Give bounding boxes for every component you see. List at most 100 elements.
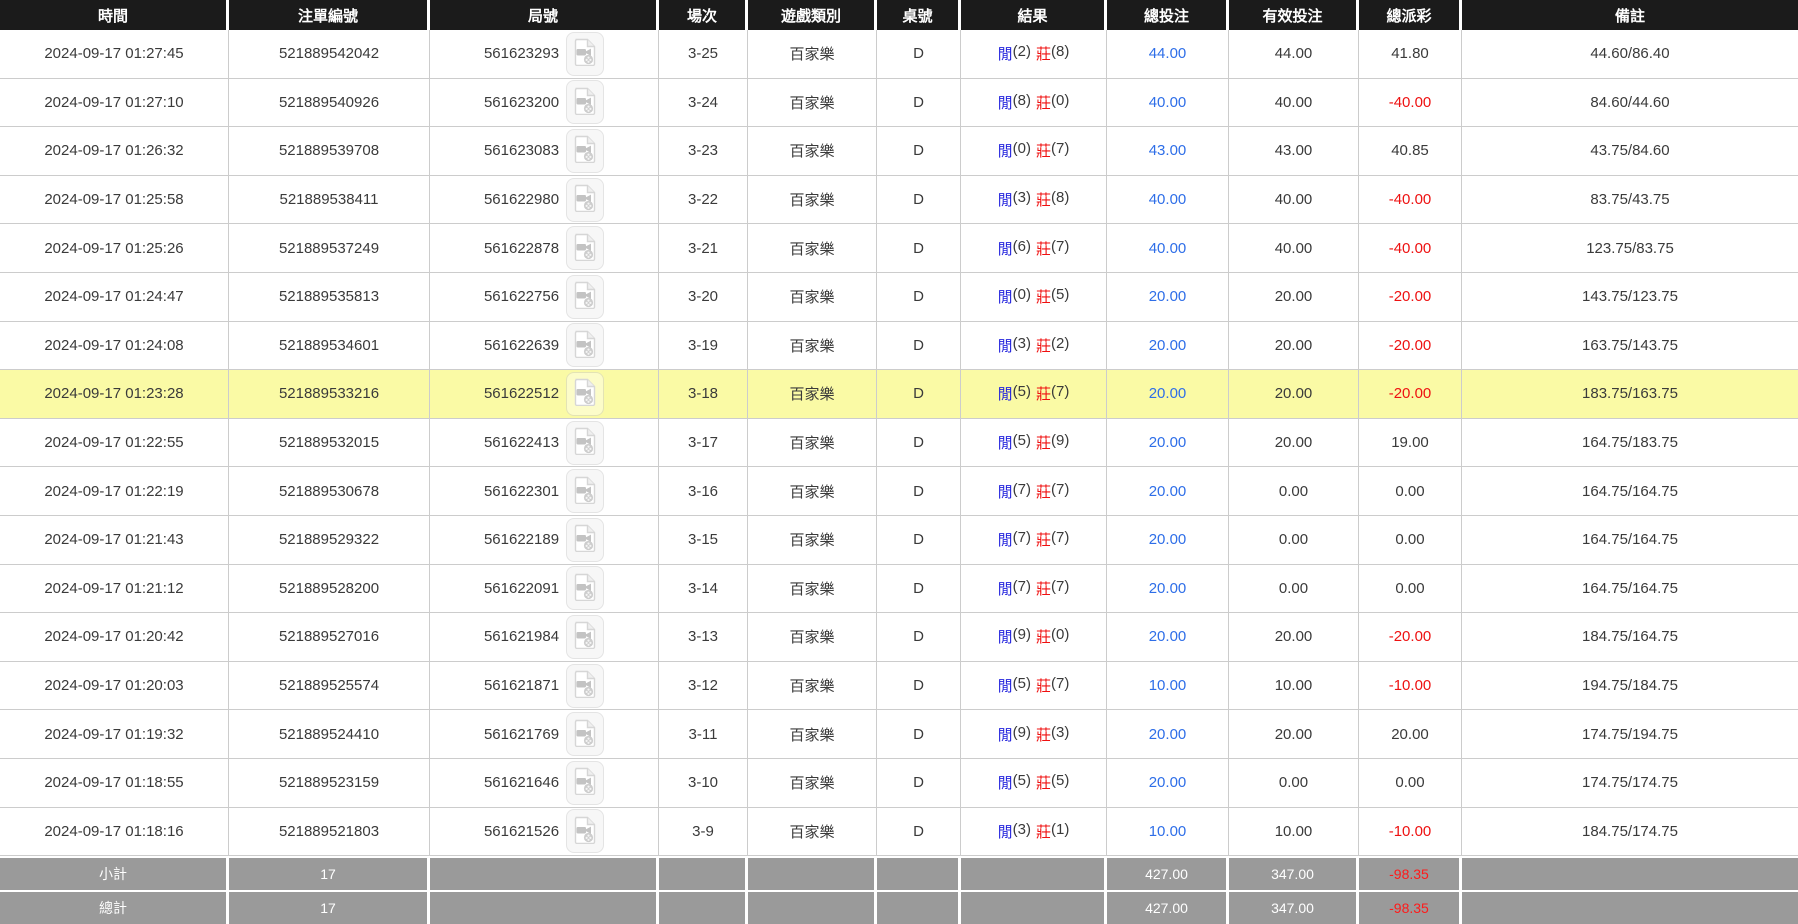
player-label: 閒 <box>998 432 1013 453</box>
total-bet-link[interactable]: 40.00 <box>1149 94 1187 111</box>
total-bet-link[interactable]: 20.00 <box>1149 434 1187 451</box>
total-bet-link[interactable]: 20.00 <box>1149 337 1187 354</box>
video-replay-button[interactable] <box>566 566 604 610</box>
table-row[interactable]: 2024-09-17 01:18:16521889521803561621526… <box>0 808 1798 857</box>
video-replay-button[interactable] <box>566 664 604 708</box>
footer-total-bet: 427.00 <box>1107 858 1229 890</box>
video-replay-button[interactable] <box>566 32 604 76</box>
result-cell: 閒(5)莊(7) <box>961 662 1107 710</box>
total-bet-link[interactable]: 43.00 <box>1149 142 1187 159</box>
player-points: (9) <box>1013 626 1031 647</box>
table-row[interactable]: 2024-09-17 01:20:03521889525574561621871… <box>0 662 1798 711</box>
footer-valid-bet: 347.00 <box>1229 892 1359 924</box>
video-replay-button[interactable] <box>566 323 604 367</box>
table-row[interactable]: 2024-09-17 01:27:45521889542042561623293… <box>0 30 1798 79</box>
table-row[interactable]: 2024-09-17 01:26:32521889539708561623083… <box>0 127 1798 176</box>
table-row[interactable]: 2024-09-17 01:18:55521889523159561621646… <box>0 759 1798 808</box>
valid-bet-cell: 20.00 <box>1229 322 1359 370</box>
table-row[interactable]: 2024-09-17 01:19:32521889524410561621769… <box>0 710 1798 759</box>
table-row[interactable]: 2024-09-17 01:23:28521889533216561622512… <box>0 370 1798 419</box>
session-cell: 3-10 <box>659 759 748 807</box>
table-row[interactable]: 2024-09-17 01:21:12521889528200561622091… <box>0 565 1798 614</box>
total-bet-link[interactable]: 20.00 <box>1149 483 1187 500</box>
total-bet-link[interactable]: 20.00 <box>1149 288 1187 305</box>
time-cell: 2024-09-17 01:19:32 <box>0 710 229 758</box>
video-replay-button[interactable] <box>566 615 604 659</box>
banker-points: (5) <box>1051 286 1069 307</box>
video-replay-button[interactable] <box>566 80 604 124</box>
table-no-cell: D <box>877 322 961 370</box>
table-row[interactable]: 2024-09-17 01:22:19521889530678561622301… <box>0 467 1798 516</box>
total-bet-link[interactable]: 40.00 <box>1149 191 1187 208</box>
table-row[interactable]: 2024-09-17 01:25:26521889537249561622878… <box>0 224 1798 273</box>
game-type-cell: 百家樂 <box>748 224 877 272</box>
total-bet-link[interactable]: 10.00 <box>1149 823 1187 840</box>
table-row[interactable]: 2024-09-17 01:21:43521889529322561622189… <box>0 516 1798 565</box>
video-replay-button[interactable] <box>566 712 604 756</box>
valid-bet-cell: 0.00 <box>1229 565 1359 613</box>
col-header-result: 結果 <box>961 0 1107 30</box>
round-id-cell: 561621984 <box>430 613 659 661</box>
session-cell: 3-20 <box>659 273 748 321</box>
total-payout-cell: -10.00 <box>1359 662 1462 710</box>
valid-bet-cell: 20.00 <box>1229 613 1359 661</box>
table-row[interactable]: 2024-09-17 01:22:55521889532015561622413… <box>0 419 1798 468</box>
video-replay-button[interactable] <box>566 372 604 416</box>
video-replay-button[interactable] <box>566 178 604 222</box>
video-replay-button[interactable] <box>566 518 604 562</box>
round-id-cell: 561621769 <box>430 710 659 758</box>
valid-bet-cell: 40.00 <box>1229 224 1359 272</box>
total-bet-link[interactable]: 20.00 <box>1149 774 1187 791</box>
total-bet-link[interactable]: 20.00 <box>1149 580 1187 597</box>
video-replay-button[interactable] <box>566 275 604 319</box>
result-cell: 閒(3)莊(2) <box>961 322 1107 370</box>
round-id-value: 561622091 <box>484 580 559 597</box>
video-file-icon <box>573 621 597 652</box>
bet-id-cell: 521889532015 <box>229 419 430 467</box>
table-row[interactable]: 2024-09-17 01:27:10521889540926561623200… <box>0 79 1798 128</box>
game-type-cell: 百家樂 <box>748 759 877 807</box>
bet-id-cell: 521889521803 <box>229 808 430 856</box>
table-row[interactable]: 2024-09-17 01:20:42521889527016561621984… <box>0 613 1798 662</box>
remark-cell: 164.75/183.75 <box>1462 419 1798 467</box>
total-payout-cell: 40.85 <box>1359 127 1462 175</box>
total-bet-link[interactable]: 40.00 <box>1149 240 1187 257</box>
round-id-value: 561621769 <box>484 726 559 743</box>
time-cell: 2024-09-17 01:25:58 <box>0 176 229 224</box>
video-file-icon <box>573 573 597 604</box>
video-replay-button[interactable] <box>566 226 604 270</box>
table-row[interactable]: 2024-09-17 01:24:47521889535813561622756… <box>0 273 1798 322</box>
total-bet-link[interactable]: 20.00 <box>1149 628 1187 645</box>
time-cell: 2024-09-17 01:27:45 <box>0 30 229 78</box>
total-bet-link[interactable]: 20.00 <box>1149 726 1187 743</box>
result-cell: 閒(5)莊(5) <box>961 759 1107 807</box>
video-replay-button[interactable] <box>566 469 604 513</box>
bet-id-cell: 521889535813 <box>229 273 430 321</box>
player-points: (0) <box>1013 140 1031 161</box>
round-id-cell: 561622189 <box>430 516 659 564</box>
total-bet-link[interactable]: 20.00 <box>1149 531 1187 548</box>
total-bet-link[interactable]: 44.00 <box>1149 45 1187 62</box>
table-footer: 小計17427.00347.00-98.35總計17427.00347.00-9… <box>0 858 1798 924</box>
player-points: (8) <box>1013 92 1031 113</box>
banker-label: 莊 <box>1036 626 1051 647</box>
player-points: (7) <box>1013 578 1031 599</box>
total-bet-link[interactable]: 10.00 <box>1149 677 1187 694</box>
table-row[interactable]: 2024-09-17 01:25:58521889538411561622980… <box>0 176 1798 225</box>
remark-cell: 164.75/164.75 <box>1462 516 1798 564</box>
table-row[interactable]: 2024-09-17 01:24:08521889534601561622639… <box>0 322 1798 371</box>
bet-id-cell: 521889538411 <box>229 176 430 224</box>
video-replay-button[interactable] <box>566 129 604 173</box>
round-id-cell: 561622091 <box>430 565 659 613</box>
video-replay-button[interactable] <box>566 809 604 853</box>
total-bet-link[interactable]: 20.00 <box>1149 385 1187 402</box>
round-id-cell: 561622980 <box>430 176 659 224</box>
video-file-icon <box>573 816 597 847</box>
video-replay-button[interactable] <box>566 761 604 805</box>
video-replay-button[interactable] <box>566 421 604 465</box>
banker-points: (2) <box>1051 335 1069 356</box>
round-id-value: 561623200 <box>484 94 559 111</box>
total-bet-cell: 40.00 <box>1107 224 1229 272</box>
game-type-cell: 百家樂 <box>748 662 877 710</box>
session-cell: 3-21 <box>659 224 748 272</box>
